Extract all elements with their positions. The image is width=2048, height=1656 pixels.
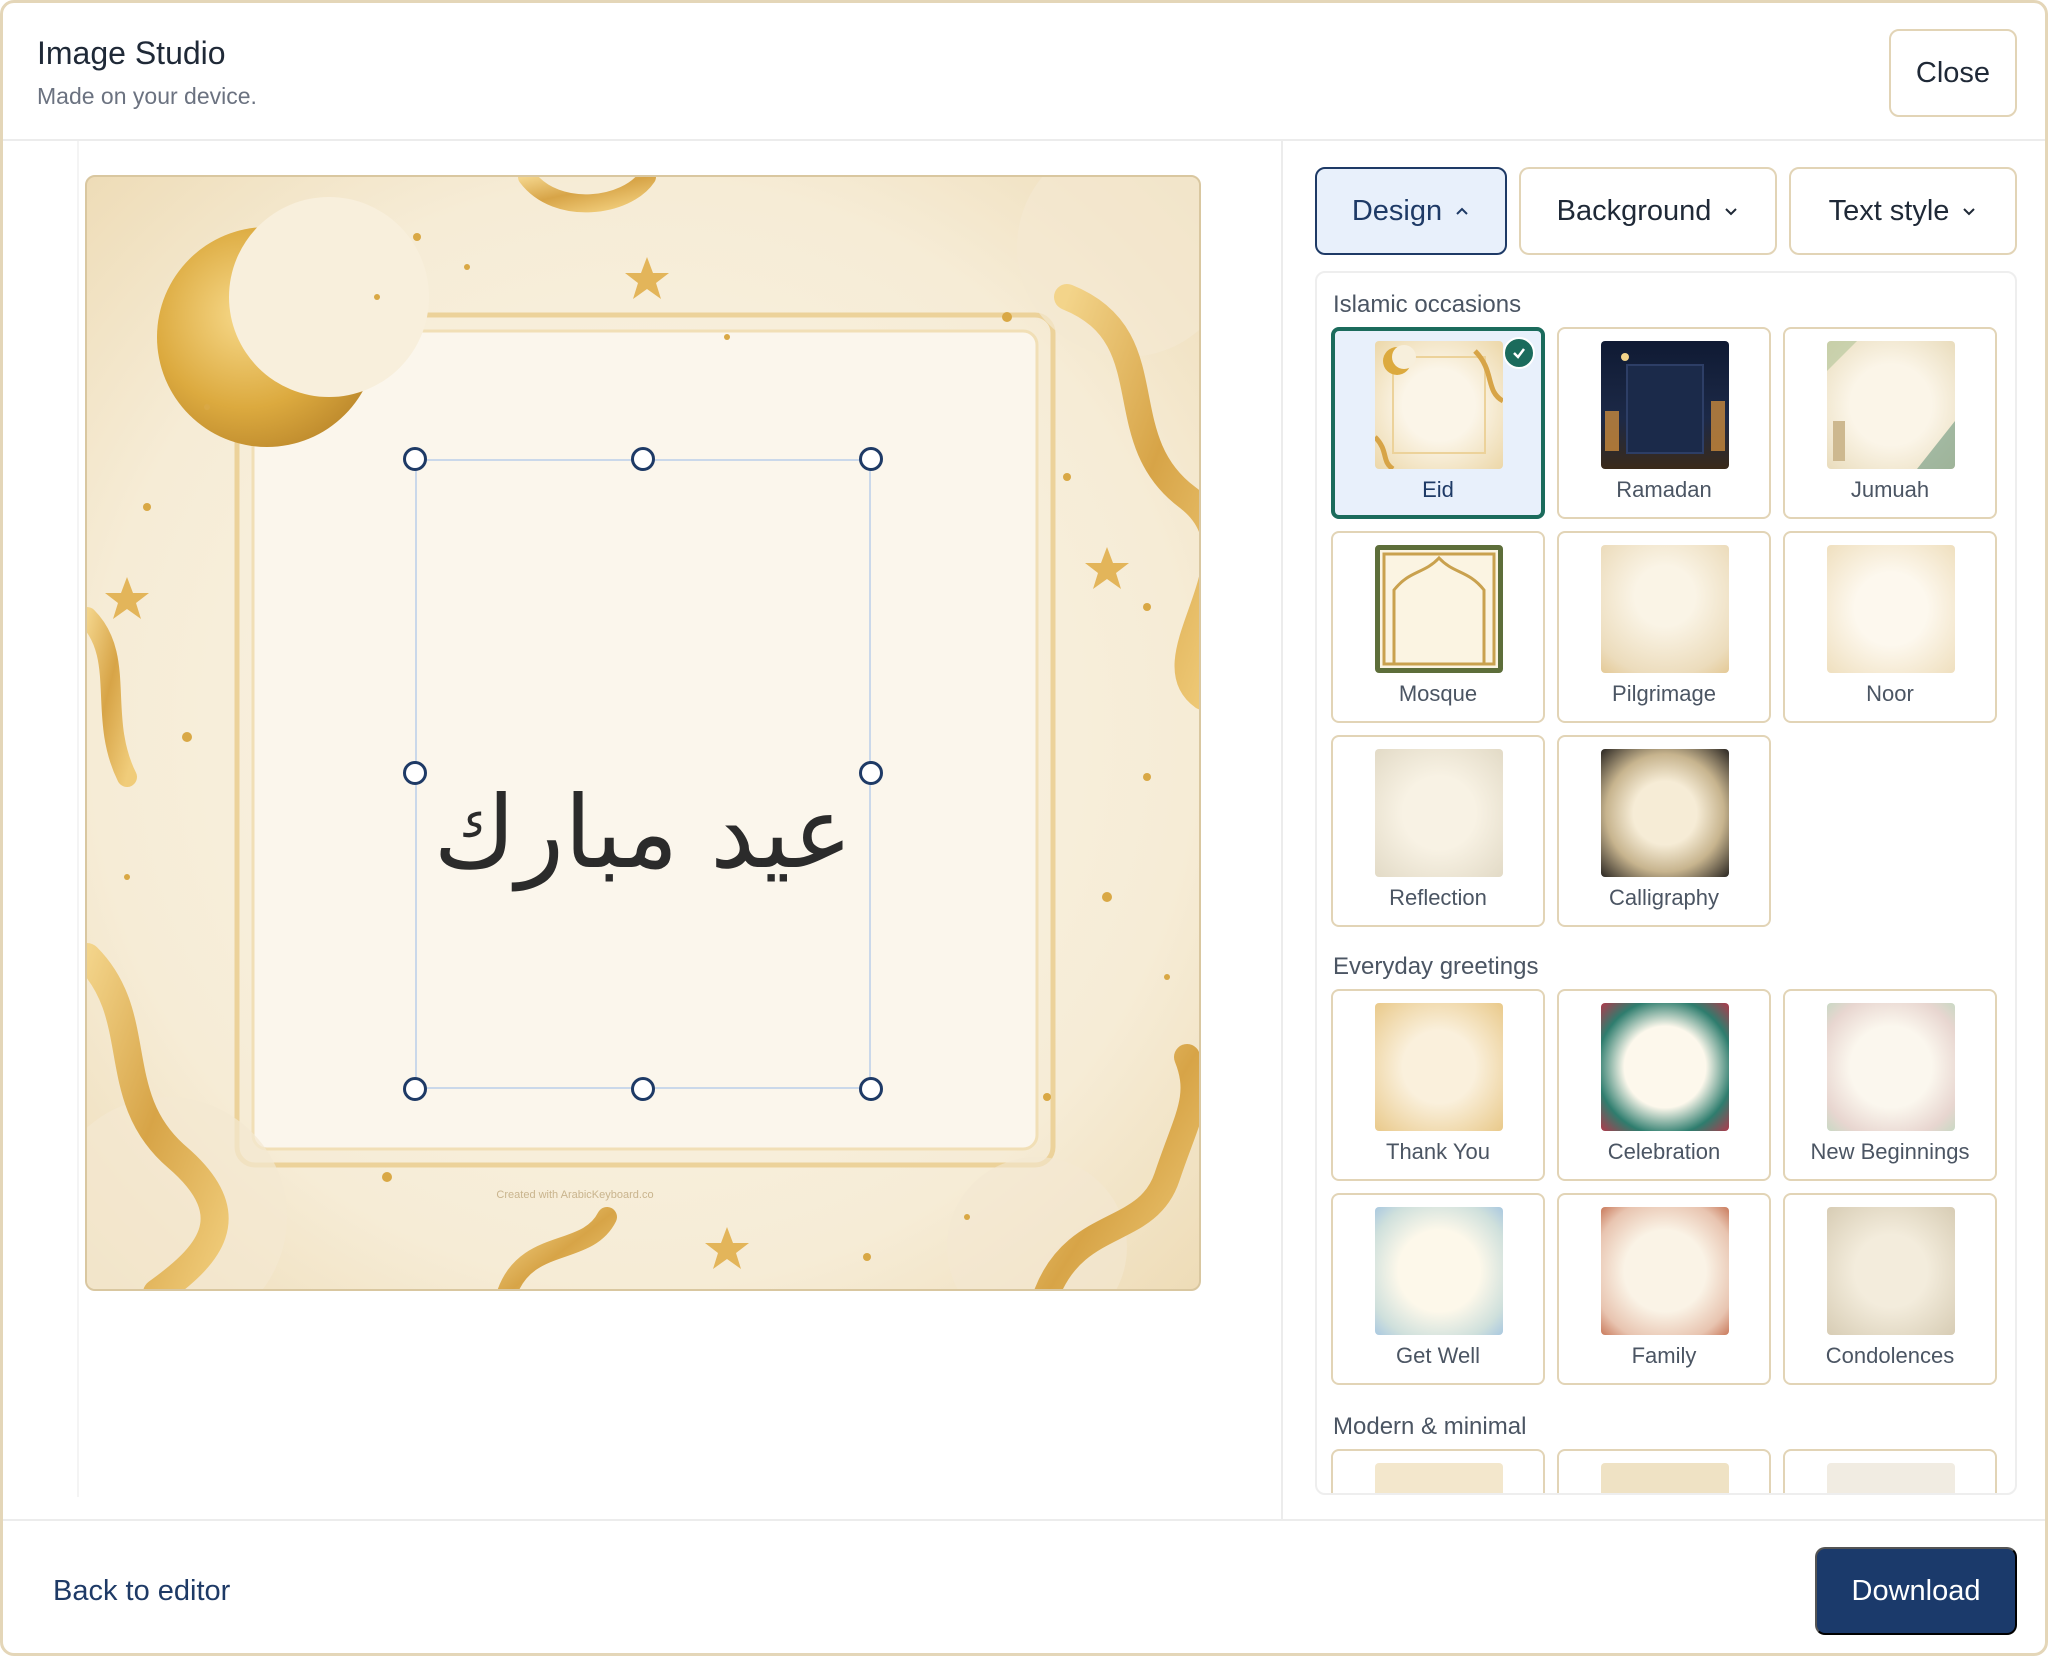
section-title-islamic-occasions: Islamic occasions [1333,291,1522,318]
design-card-condolences[interactable]: Condolences [1783,1193,1997,1385]
resize-handle-top-left[interactable] [403,447,427,471]
tab-design-label: Design [1351,194,1443,227]
dialog-title: Image Studio [37,35,226,71]
download-button[interactable]: Download [1815,1547,2017,1635]
mosque-thumbnail-art [1382,552,1496,666]
noor-thumbnail [1827,545,1955,673]
ramadan-thumbnail-art [1605,353,1725,454]
design-card-label: Noor [1866,681,1914,706]
design-card-label: Get Well [1396,1343,1480,1368]
get-well-thumbnail [1375,1207,1503,1335]
resize-handle-bottom-right[interactable] [859,1077,883,1101]
design-card-get-well[interactable]: Get Well [1331,1193,1545,1385]
tab-design[interactable]: Design [1315,167,1507,255]
design-card-ramadan[interactable]: Ramadan [1557,327,1771,519]
design-canvas[interactable]: عيد مبارك Created with ArabicKeyboard.co [85,175,1201,1291]
resize-handle-middle-right[interactable] [859,761,883,785]
family-thumbnail [1601,1207,1729,1335]
ramadan-thumbnail [1601,341,1729,469]
design-card-label: Eid [1422,477,1454,502]
modern-3-thumbnail [1827,1463,1955,1493]
calligraphy-thumbnail [1601,749,1729,877]
chevron-down-icon [1963,208,1976,216]
design-card-mosque[interactable]: Mosque [1331,531,1545,723]
section-title-modern-minimal: Modern & minimal [1333,1413,1527,1440]
back-to-editor-link[interactable]: Back to editor [53,1575,230,1608]
design-card-noor[interactable]: Noor [1783,531,1997,723]
design-card-modern-1[interactable] [1331,1449,1545,1493]
design-card-label: Jumuah [1850,477,1930,502]
text-selection-box[interactable] [415,459,871,1089]
design-card-modern-3[interactable] [1783,1449,1997,1493]
design-card-label: Calligraphy [1608,885,1720,910]
design-options-panel[interactable]: Islamic occasions Eid Ramadan Jumuah Mos… [1315,271,2017,1495]
chevron-up-icon [1456,207,1468,215]
design-card-label: Pilgrimage [1612,681,1716,706]
design-card-pilgrimage[interactable]: Pilgrimage [1557,531,1771,723]
panel-divider [1281,141,1283,1519]
design-card-label: Celebration [1607,1139,1721,1164]
design-card-label: New Beginnings [1810,1139,1970,1164]
condolences-thumbnail [1827,1207,1955,1335]
celebration-thumbnail [1601,1003,1729,1131]
design-card-calligraphy[interactable]: Calligraphy [1557,735,1771,927]
dialog-subtitle: Made on your device. [37,83,257,109]
design-card-label: Mosque [1398,681,1478,706]
close-button[interactable]: Close [1889,29,2017,117]
dialog-header: Image Studio Made on your device. Close [3,3,2045,141]
thank-you-thumbnail [1375,1003,1503,1131]
design-card-label: Thank You [1386,1139,1490,1164]
design-card-jumuah[interactable]: Jumuah [1783,327,1997,519]
resize-handle-middle-left[interactable] [403,761,427,785]
chevron-down-icon [1725,208,1738,216]
modern-1-thumbnail [1375,1463,1503,1493]
tab-text-style[interactable]: Text style [1789,167,2017,255]
design-card-new-beginnings[interactable]: New Beginnings [1783,989,1997,1181]
design-card-celebration[interactable]: Celebration [1557,989,1771,1181]
resize-handle-top-center[interactable] [631,447,655,471]
jumuah-thumbnail-art [1827,341,1955,469]
design-card-label: Ramadan [1616,477,1712,502]
design-card-label: Family [1631,1343,1697,1368]
eid-thumbnail-art [1375,345,1503,469]
tab-background-label: Background [1556,194,1712,227]
watermark-text: Created with ArabicKeyboard.co [496,1189,654,1201]
resize-handle-top-right[interactable] [859,447,883,471]
reflection-thumbnail [1375,749,1503,877]
jumuah-thumbnail [1827,341,1955,469]
modern-2-thumbnail [1601,1463,1729,1493]
tab-text-style-label: Text style [1828,194,1950,227]
design-card-eid[interactable]: Eid [1331,327,1545,519]
pilgrimage-thumbnail [1601,545,1729,673]
tab-background[interactable]: Background [1519,167,1777,255]
resize-handle-bottom-left[interactable] [403,1077,427,1101]
design-card-family[interactable]: Family [1557,1193,1771,1385]
design-card-reflection[interactable]: Reflection [1331,735,1545,927]
design-card-label: Reflection [1389,885,1487,910]
image-studio-dialog: Image Studio Made on your device. Close [0,0,2048,1656]
design-card-thank-you[interactable]: Thank You [1331,989,1545,1181]
left-gutter-divider [77,141,79,1497]
dialog-footer: Back to editor Download [3,1519,2045,1653]
check-circle-icon [1503,337,1535,369]
design-card-label: Condolences [1825,1343,1955,1368]
section-title-everyday-greetings: Everyday greetings [1333,953,1539,980]
eid-thumbnail [1375,341,1503,469]
mosque-thumbnail [1375,545,1503,673]
resize-handle-bottom-center[interactable] [631,1077,655,1101]
design-card-modern-2[interactable] [1557,1449,1771,1493]
new-beginnings-thumbnail [1827,1003,1955,1131]
